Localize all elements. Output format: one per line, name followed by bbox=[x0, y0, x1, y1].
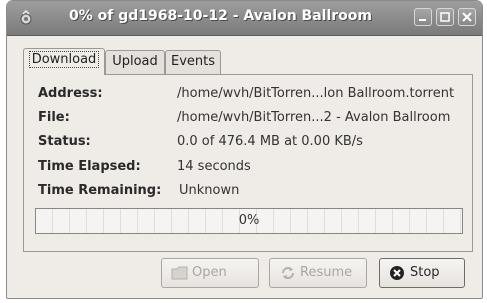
maximize-button[interactable] bbox=[436, 8, 454, 26]
remaining-value: Unknown bbox=[179, 183, 240, 198]
close-button[interactable] bbox=[458, 8, 476, 26]
tab-download-label: Download bbox=[28, 51, 100, 68]
resume-button[interactable]: Resume bbox=[269, 258, 367, 288]
window-title: 0% of gd1968-10-12 - Avalon Ballroom bbox=[69, 8, 372, 24]
app-icon[interactable] bbox=[18, 9, 34, 26]
elapsed-label: Time Elapsed: bbox=[38, 159, 141, 174]
download-progress-bar: 0% bbox=[35, 208, 463, 234]
torrent-window: 0% of gd1968-10-12 - Avalon Ballroom Dow… bbox=[6, 0, 483, 299]
stop-icon bbox=[389, 265, 407, 281]
maximize-icon bbox=[440, 12, 450, 22]
remaining-label: Time Remaining: bbox=[38, 183, 162, 198]
elapsed-value: 14 seconds bbox=[177, 159, 251, 174]
folder-icon bbox=[171, 265, 189, 281]
tab-upload-label: Upload bbox=[112, 54, 158, 69]
progress-text: 0% bbox=[238, 213, 260, 228]
tab-download[interactable]: Download bbox=[23, 48, 105, 75]
address-label: Address: bbox=[38, 86, 103, 101]
stop-button-label: Stop bbox=[410, 265, 440, 280]
resume-icon bbox=[279, 265, 297, 281]
stop-button[interactable]: Stop bbox=[379, 258, 465, 288]
tab-events[interactable]: Events bbox=[165, 50, 221, 74]
file-label: File: bbox=[38, 110, 70, 125]
close-icon bbox=[462, 12, 472, 22]
open-button[interactable]: Open bbox=[161, 258, 259, 288]
file-value: /home/wvh/BitTorren...2 - Avalon Ballroo… bbox=[177, 110, 451, 125]
minimize-button[interactable] bbox=[414, 8, 432, 26]
title-bar[interactable]: 0% of gd1968-10-12 - Avalon Ballroom bbox=[7, 1, 482, 36]
address-value: /home/wvh/BitTorren...lon Ballroom.torre… bbox=[177, 86, 455, 101]
open-button-label: Open bbox=[192, 265, 227, 280]
download-panel: Address: /home/wvh/BitTorren...lon Ballr… bbox=[23, 74, 473, 252]
status-label: Status: bbox=[38, 134, 91, 149]
tab-events-label: Events bbox=[170, 54, 215, 69]
status-value: 0.0 of 476.4 MB at 0.00 KB/s bbox=[177, 134, 363, 149]
tab-upload[interactable]: Upload bbox=[105, 50, 165, 74]
resume-button-label: Resume bbox=[300, 265, 353, 280]
minimize-icon bbox=[419, 19, 426, 21]
